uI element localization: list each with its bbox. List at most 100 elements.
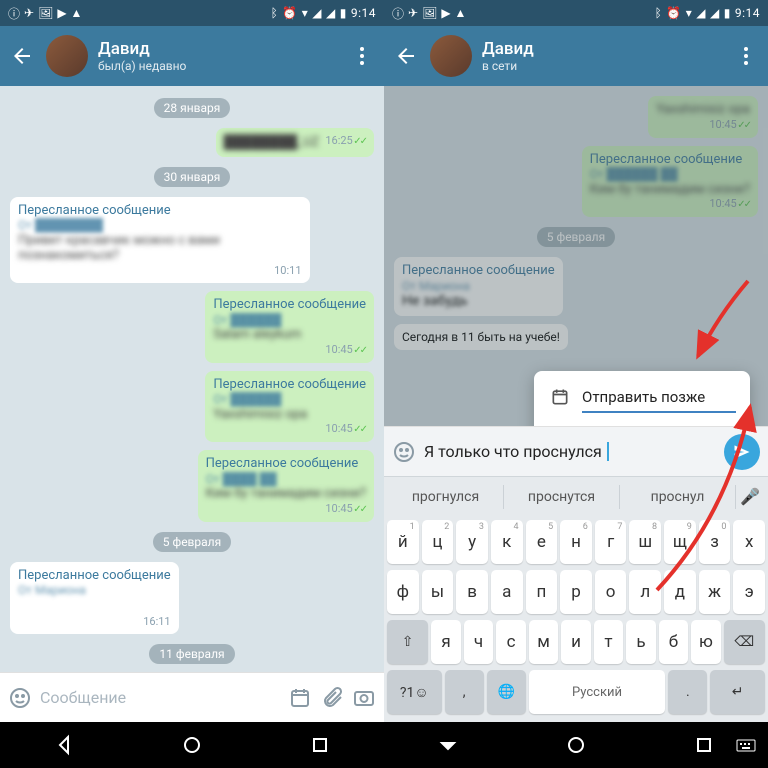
nav-recent-button[interactable]	[692, 733, 716, 757]
attach-icon[interactable]	[320, 686, 344, 710]
key-т[interactable]: т	[594, 620, 623, 664]
contact-status: в сети	[482, 59, 734, 73]
nav-home-button[interactable]	[180, 733, 204, 757]
message-out[interactable]: Пересланное сообщение От ██████ Salam al…	[205, 291, 374, 363]
signal-icon-2: ◢	[326, 6, 336, 20]
key-globe[interactable]: 🌐	[487, 670, 526, 714]
key-и[interactable]: и	[561, 620, 590, 664]
key-н[interactable]: н6	[560, 520, 592, 564]
nav-recent-button[interactable]	[308, 733, 332, 757]
key-ы[interactable]: ы	[422, 570, 454, 614]
send-icon: ✈	[24, 6, 34, 20]
more-menu-button[interactable]	[734, 44, 758, 68]
android-nav-bar	[0, 722, 384, 768]
status-bar: ⓘ ✈ 🖼 ▶ ▲ ᛒ ⏰ ▾ ◢ ◢ ▮ 9:14	[0, 0, 384, 26]
battery-icon: ▮	[724, 6, 731, 20]
message-in[interactable]: Пересланное сообщение От ████████ Привет…	[10, 197, 310, 283]
image-icon: 🖼	[38, 6, 53, 20]
key-с[interactable]: с	[496, 620, 525, 664]
key-ь[interactable]: ь	[626, 620, 655, 664]
signal-icon: ◢	[696, 6, 706, 20]
image-icon: 🖼	[422, 6, 437, 20]
message-out[interactable]: ████████_UZ16:25	[216, 128, 374, 157]
suggestion[interactable]: проснутся	[504, 485, 620, 509]
message-out[interactable]: Пересланное сообщение От ██████ ██ Ким б…	[582, 146, 758, 218]
suggestion[interactable]: прогнулся	[388, 485, 504, 509]
battery-icon: ▮	[340, 6, 347, 20]
message-in[interactable]: Пересланное сообщение От Мариона Не забу…	[394, 257, 563, 316]
wifi-icon: ▾	[302, 6, 309, 20]
key-а[interactable]: а	[491, 570, 523, 614]
back-button[interactable]	[10, 44, 34, 68]
key-ю[interactable]: ю	[691, 620, 720, 664]
key-ф[interactable]: ф	[387, 570, 419, 614]
nav-back-button[interactable]	[436, 733, 460, 757]
key-к[interactable]: к4	[491, 520, 523, 564]
chat-messages-area[interactable]: Yaxshimisiz opa 10:45 Пересланное сообще…	[384, 86, 768, 426]
key-б[interactable]: б	[659, 620, 688, 664]
date-separator: 5 февраля	[537, 227, 615, 247]
avatar[interactable]	[430, 35, 472, 77]
avatar[interactable]	[46, 35, 88, 77]
wifi-icon: ▾	[686, 6, 693, 20]
clock-text: 9:14	[735, 6, 760, 20]
key-ч[interactable]: ч	[464, 620, 493, 664]
back-button[interactable]	[394, 44, 418, 68]
key-о[interactable]: о	[595, 570, 627, 614]
alarm-icon: ⏰	[282, 6, 297, 20]
message-out[interactable]: Пересланное сообщение От ████ ██ Ким бу …	[198, 450, 374, 522]
key-backspace[interactable]: ⌫	[724, 620, 765, 664]
key-я[interactable]: я	[431, 620, 460, 664]
left-screenshot: ⓘ ✈ 🖼 ▶ ▲ ᛒ ⏰ ▾ ◢ ◢ ▮ 9:14 Давид был(а) …	[0, 0, 384, 768]
nav-keyboard-button[interactable]	[734, 733, 758, 757]
chat-messages-area[interactable]: 28 января ████████_UZ16:25 30 января Пер…	[0, 86, 384, 672]
sticker-icon[interactable]	[8, 686, 32, 710]
key-п[interactable]: п	[526, 570, 558, 614]
play-icon: ▶	[441, 6, 450, 20]
key-в[interactable]: в	[456, 570, 488, 614]
signal-icon-2: ◢	[710, 6, 720, 20]
contact-name[interactable]: Давид	[98, 39, 350, 59]
contact-status: был(а) недавно	[98, 59, 350, 73]
message-in[interactable]: Пересланное сообщение От Мариона 16:11	[10, 562, 179, 634]
nav-home-button[interactable]	[564, 733, 588, 757]
nav-back-button[interactable]	[52, 733, 76, 757]
message-out[interactable]: Yaxshimisiz opa 10:45	[648, 96, 758, 138]
more-menu-button[interactable]	[350, 44, 374, 68]
chat-header: Давид в сети	[384, 26, 768, 86]
calendar-icon	[550, 387, 570, 407]
key-shift[interactable]: ⇧	[387, 620, 428, 664]
message-input-bar	[0, 672, 384, 722]
date-separator: 11 февраля	[149, 644, 234, 664]
key-р[interactable]: р	[560, 570, 592, 614]
key-space[interactable]: Русский	[529, 670, 666, 714]
key-period[interactable]: .	[668, 670, 707, 714]
date-separator: 28 января	[154, 98, 231, 118]
annotation-arrow-icon	[688, 276, 758, 366]
key-г[interactable]: г7	[595, 520, 627, 564]
sticker-icon[interactable]	[392, 440, 416, 464]
key-symbols[interactable]: ?1☺	[387, 670, 442, 714]
schedule-icon[interactable]	[288, 686, 312, 710]
warning-icon: ▲	[455, 6, 467, 20]
key-ц[interactable]: ц2	[422, 520, 454, 564]
key-е[interactable]: е5	[526, 520, 558, 564]
alarm-icon: ⏰	[666, 6, 681, 20]
key-й[interactable]: й1	[387, 520, 419, 564]
date-separator: 30 января	[154, 167, 231, 187]
message-out[interactable]: Пересланное сообщение От ██████ Yaxshimi…	[205, 371, 374, 443]
message-in[interactable]: Сегодня в 11 быть на учебе!	[394, 324, 568, 350]
warning-icon: ▲	[71, 6, 83, 20]
right-screenshot: ⓘ ✈ 🖼 ▶ ▲ ᛒ ⏰ ▾ ◢ ◢ ▮ 9:14 Давид в сети	[384, 0, 768, 768]
info-icon: ⓘ	[392, 5, 404, 22]
key-м[interactable]: м	[529, 620, 558, 664]
signal-icon: ◢	[312, 6, 322, 20]
android-nav-bar	[384, 722, 768, 768]
key-у[interactable]: у3	[456, 520, 488, 564]
contact-name[interactable]: Давид	[482, 39, 734, 59]
key-comma[interactable]: ,	[445, 670, 484, 714]
camera-icon[interactable]	[352, 686, 376, 710]
message-input[interactable]	[40, 688, 280, 707]
key-enter[interactable]: ↵	[710, 670, 765, 714]
send-icon: ✈	[408, 6, 418, 20]
